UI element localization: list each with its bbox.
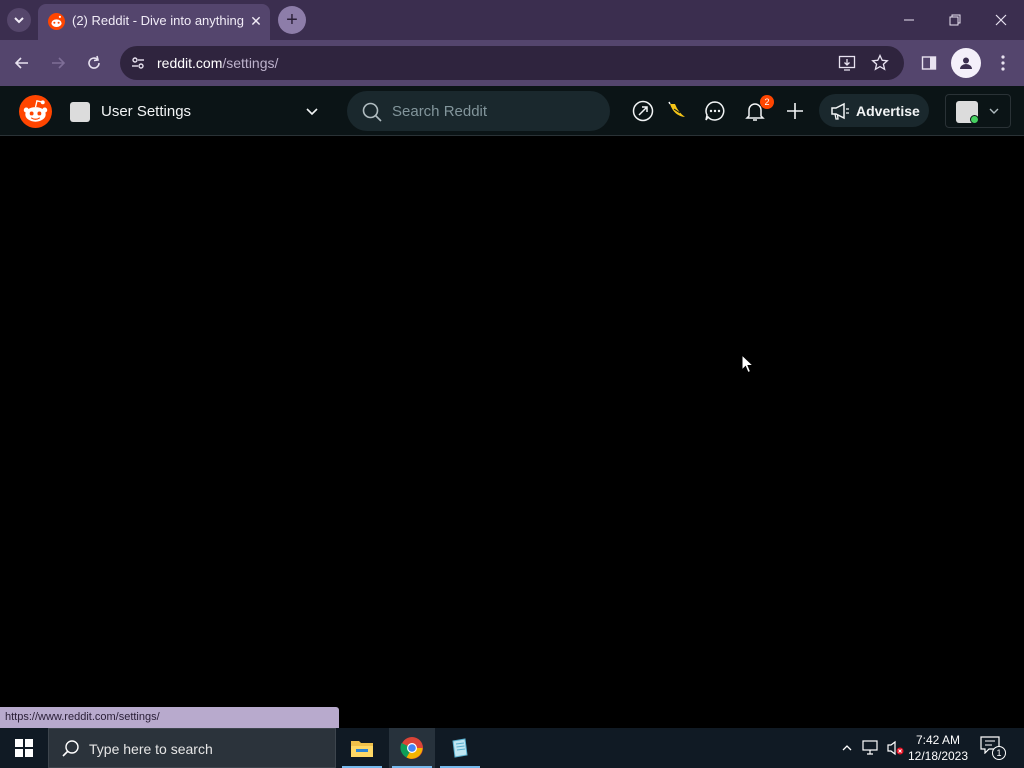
megaphone-icon (831, 102, 849, 120)
site-info-icon[interactable] (128, 53, 148, 73)
notification-count-badge: 1 (992, 746, 1006, 760)
chevron-down-icon (14, 17, 24, 24)
restore-icon[interactable] (940, 6, 970, 34)
tab-strip: (2) Reddit - Dive into anything ✕ + (0, 0, 1024, 40)
taskbar-search-placeholder: Type here to search (89, 741, 213, 757)
url-host: reddit.com (157, 55, 223, 71)
back-icon[interactable] (9, 50, 35, 76)
page-switcher-menu[interactable]: User Settings (66, 95, 328, 127)
banana-icon[interactable] (664, 98, 690, 124)
search-placeholder: Search Reddit (392, 103, 488, 120)
minimize-icon[interactable] (894, 6, 924, 34)
online-status-dot (970, 115, 979, 124)
search-icon (62, 740, 79, 757)
forward-icon[interactable] (45, 50, 71, 76)
url-path: /settings/ (222, 55, 279, 71)
mouse-cursor-icon (741, 354, 755, 374)
windows-taskbar: Type here to search 7:42 AM 12/18/2023 1 (0, 728, 1024, 768)
windows-start-icon[interactable] (0, 728, 48, 768)
volume-muted-icon[interactable] (885, 738, 905, 758)
taskbar-clock[interactable]: 7:42 AM 12/18/2023 (904, 732, 972, 764)
advertise-label: Advertise (856, 103, 920, 119)
reddit-logo-icon (48, 13, 65, 30)
bookmark-star-icon[interactable] (870, 53, 890, 73)
create-post-plus-icon[interactable] (782, 98, 808, 124)
reload-icon[interactable] (81, 50, 107, 76)
settings-page-icon (70, 102, 90, 122)
action-center-icon[interactable]: 1 (980, 736, 1006, 760)
reddit-logo-icon[interactable] (19, 95, 52, 128)
user-menu-button[interactable] (945, 94, 1011, 128)
search-icon (362, 102, 382, 122)
chevron-down-icon (302, 101, 322, 121)
clock-date: 12/18/2023 (907, 749, 969, 763)
advertise-button[interactable]: Advertise (819, 94, 929, 127)
file-explorer-icon[interactable] (339, 728, 385, 768)
browser-tab[interactable]: (2) Reddit - Dive into anything ✕ (38, 4, 270, 40)
browser-toolbar: reddit.com/settings/ (0, 40, 1024, 86)
reddit-search-input[interactable]: Search Reddit (347, 91, 610, 131)
network-icon[interactable] (861, 738, 881, 758)
tab-title: (2) Reddit - Dive into anything (72, 13, 244, 28)
new-tab-button[interactable]: + (278, 6, 306, 34)
notepad-icon[interactable] (437, 728, 483, 768)
close-tab-icon[interactable]: ✕ (246, 11, 266, 31)
url-text: reddit.com/settings/ (157, 55, 278, 71)
close-window-icon[interactable] (986, 6, 1016, 34)
person-icon (960, 57, 972, 69)
page-content (0, 137, 1024, 728)
address-bar[interactable]: reddit.com/settings/ (120, 46, 904, 80)
page-menu-label: User Settings (101, 103, 192, 120)
chat-icon[interactable] (702, 98, 728, 124)
side-panel-icon[interactable] (916, 50, 942, 76)
chevron-down-icon (986, 103, 1002, 119)
chevron-up-icon[interactable] (837, 738, 857, 758)
chrome-icon[interactable] (389, 728, 435, 768)
clock-time: 7:42 AM (915, 733, 961, 747)
reddit-header: User Settings Search Reddit 2 Advertise (0, 86, 1024, 136)
install-app-icon[interactable] (837, 53, 857, 73)
taskbar-search-input[interactable]: Type here to search (48, 728, 336, 768)
status-bar-url: https://www.reddit.com/settings/ (0, 707, 339, 728)
tab-search-button[interactable] (7, 8, 31, 32)
popular-icon[interactable] (630, 98, 656, 124)
profile-avatar[interactable] (951, 48, 981, 78)
notification-count-badge: 2 (760, 95, 774, 109)
kebab-menu-icon[interactable] (990, 50, 1016, 76)
